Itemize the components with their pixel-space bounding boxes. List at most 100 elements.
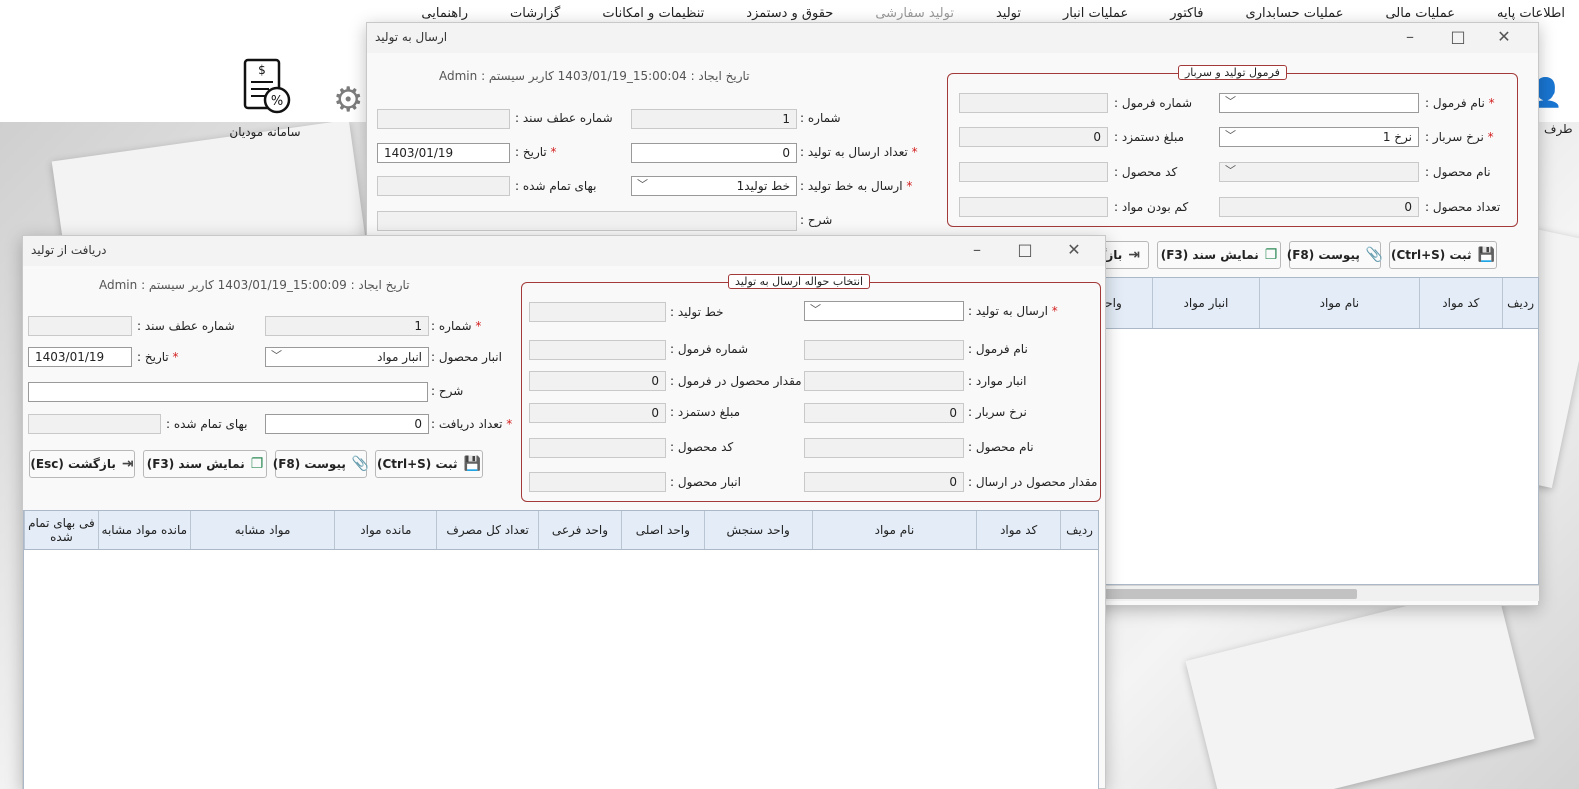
save-button[interactable]: 💾 ثبت (Ctrl+S) [375,450,483,478]
material-store-field[interactable] [804,371,964,391]
menu-item[interactable]: عملیات انبار [1063,6,1128,21]
grid-column-header[interactable]: مانده مواد مشابه [97,511,190,549]
grid-column-header[interactable]: واحد فرعی [538,511,621,549]
product-count-field[interactable]: 0 [1219,197,1419,217]
receive-count-label: * تعداد دریافت : [431,417,513,431]
grid-column-header[interactable]: انبار مواد [1151,278,1260,328]
scrollbar-thumb[interactable] [1067,589,1357,599]
date-label: * تاریخ : [137,350,179,364]
attach-button[interactable]: 📎 پیوست (F8) [273,450,369,478]
ref-doc-field[interactable] [377,109,510,129]
horizontal-scrollbar[interactable] [1067,585,1539,601]
wage-amount-field[interactable]: 0 [529,403,666,423]
menu-item[interactable]: اطلاعات پایه [1497,6,1565,21]
formula-name-field[interactable] [804,340,964,360]
overhead-rate-field[interactable]: 0 [804,403,964,423]
menu-item[interactable]: حقوق و دستمزد [746,6,833,21]
menu-item[interactable]: تنظیمات و امکانات [602,6,704,21]
chevron-down-icon: ﹀ [810,303,821,316]
minimize-icon[interactable]: – [1399,27,1421,46]
grid-column-header[interactable]: مواد مشابه [189,511,335,549]
svg-text:$: $ [258,63,266,77]
maximize-icon[interactable]: □ [1447,27,1469,46]
send-count-field[interactable]: 0 [631,143,797,163]
grid-column-header[interactable]: ردیف [1502,278,1538,328]
send-count-label: * تعداد ارسال به تولید : [800,145,918,159]
menu-item[interactable]: عملیات حسابداری [1246,6,1344,21]
creation-info: تاریخ ایجاد : 15:00:04_1403/01/19 کاربر … [439,69,750,83]
overhead-rate-value: نرخ 1 [1382,130,1412,144]
number-label: شماره : [800,111,841,125]
qty-in-send-label: مقدار محصول در ارسال : [968,475,1098,489]
product-name-field[interactable] [804,438,964,458]
attach-button[interactable]: 📎 پیوست (F8) [1287,241,1384,269]
description-field[interactable] [28,382,428,402]
grid-column-header[interactable]: کد مواد [976,511,1060,549]
product-name-select[interactable]: ﹀ [1219,162,1419,182]
formula-number-field[interactable] [529,340,666,360]
wage-amount-label: مبلغ دستمزد : [670,405,741,419]
partial-side-label: طرف [1544,122,1573,136]
materials-grid-body[interactable] [1067,329,1539,585]
close-icon[interactable]: ✕ [1063,240,1085,259]
description-field[interactable] [377,211,797,231]
date-field[interactable]: 1403/01/19 [28,347,132,367]
finished-price-field[interactable] [28,414,161,434]
save-button[interactable]: 💾 ثبت (Ctrl+S) [1389,241,1497,269]
ref-doc-field[interactable] [28,316,132,336]
number-field[interactable]: 1 [265,316,429,336]
menu-item[interactable]: عملیات مالی [1385,6,1455,21]
overhead-rate-select[interactable]: نرخ 1 ﹀ [1219,127,1419,147]
product-store-select[interactable]: انبار مواد ﹀ [265,347,429,367]
gear-icon[interactable]: ⚙ [333,80,363,120]
grid-column-header[interactable]: ردیف [1060,511,1098,549]
product-code-field[interactable] [959,162,1108,182]
formula-number-field[interactable] [959,93,1108,113]
product-code-field[interactable] [529,438,666,458]
grid-column-header[interactable]: نام مواد [1259,278,1418,328]
production-line-field[interactable] [529,302,666,322]
menu-item[interactable]: راهنمایی [421,6,468,21]
number-label: * شماره : [431,319,482,333]
svg-text:%: % [271,94,283,109]
receive-window-titlebar: دریافت از تولید – □ ✕ [23,236,1105,266]
product-store-field[interactable] [529,472,666,492]
finished-price-field[interactable] [377,176,510,196]
receive-count-field[interactable]: 0 [265,414,429,434]
back-button[interactable]: ⇥ بازگشت (Esc) [29,450,135,478]
grid-column-header[interactable]: فی بهای تمام شده [24,511,98,549]
formula-name-select[interactable]: ﹀ [1219,93,1419,113]
production-line-label: خط تولید : [670,305,724,319]
grid-column-header[interactable]: واحد اصلی [620,511,704,549]
grid-column-header[interactable]: مانده مواد [334,511,436,549]
number-field[interactable]: 1 [631,109,797,129]
show-doc-button[interactable]: ❐ نمایش سند (F3) [143,450,267,478]
wage-amount-field[interactable]: 0 [959,127,1108,147]
paperclip-icon: 📎 [1365,247,1384,263]
send-line-select[interactable]: خط تولید1 ﹀ [631,176,797,196]
grid-column-header[interactable]: نام مواد [811,511,977,549]
materials-grid-body[interactable] [23,550,1099,789]
send-to-production-select[interactable]: ﹀ [804,301,964,321]
menu-item[interactable]: تولید [996,6,1021,21]
qty-in-send-field[interactable]: 0 [804,472,964,492]
grid-column-header[interactable]: کد مواد [1418,278,1503,328]
date-field[interactable]: 1403/01/19 [377,143,510,163]
taxpayer-system-label: سامانه مودیان [229,125,301,139]
material-shortage-field[interactable] [959,197,1108,217]
desktop-decoration [1185,583,1535,789]
close-icon[interactable]: ✕ [1493,27,1515,46]
grid-column-header[interactable]: تعداد کل مصرف [436,511,538,549]
menu-item[interactable]: فاکتور [1170,6,1203,21]
show-doc-button[interactable]: ❐ نمایش سند (F3) [1157,241,1281,269]
menu-item[interactable]: تولید سفارشی [875,6,954,21]
minimize-icon[interactable]: – [966,240,988,259]
maximize-icon[interactable]: □ [1014,240,1036,259]
grid-column-header[interactable]: واحد سنجش [703,511,812,549]
product-store-value: انبار مواد [377,350,422,364]
menu-item[interactable]: گزارشات [510,6,560,21]
taxpayer-system-shortcut[interactable]: $ % سامانه مودیان [222,56,308,139]
qty-in-formula-field[interactable]: 0 [529,371,666,391]
exit-icon: ⇥ [121,456,134,472]
exit-icon: ⇥ [1128,247,1140,263]
